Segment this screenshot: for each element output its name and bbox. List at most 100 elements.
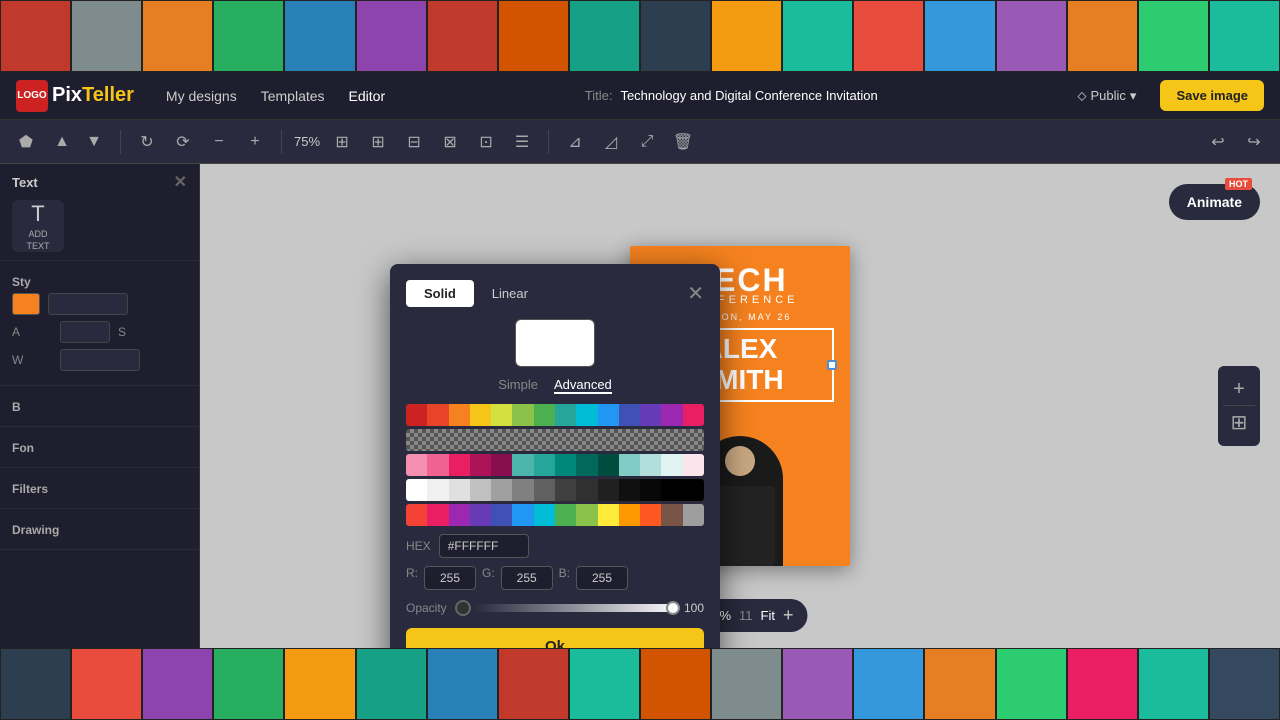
- redo-icon[interactable]: ↪: [1240, 128, 1268, 156]
- swatch-cell[interactable]: [470, 404, 491, 426]
- swatch-cell[interactable]: [683, 404, 704, 426]
- swatch-cell[interactable]: [406, 454, 427, 476]
- gray-cell[interactable]: [427, 479, 448, 501]
- swatch-cell[interactable]: [619, 404, 640, 426]
- close-icon[interactable]: ✕: [174, 172, 187, 192]
- swatch-cell[interactable]: [449, 404, 470, 426]
- swatch-cell[interactable]: [661, 454, 682, 476]
- hex-input[interactable]: [439, 534, 529, 558]
- handle-mr[interactable]: [827, 360, 837, 370]
- nav-editor[interactable]: Editor: [349, 88, 386, 104]
- visibility-dropdown[interactable]: ⬦ Public ▾: [1077, 88, 1136, 104]
- nav-my-designs[interactable]: My designs: [166, 88, 237, 104]
- zoom-plus-button[interactable]: +: [783, 605, 794, 626]
- swatch-cell[interactable]: [470, 504, 491, 526]
- r-input[interactable]: [424, 566, 476, 590]
- swatch-cell[interactable]: [427, 454, 448, 476]
- save-button[interactable]: Save image: [1160, 80, 1264, 111]
- gray-cell[interactable]: [555, 479, 576, 501]
- swatch-cell[interactable]: [598, 504, 619, 526]
- align-right-icon[interactable]: ⊠: [436, 128, 464, 156]
- swatch-cell[interactable]: [512, 404, 533, 426]
- swatch-cell[interactable]: [683, 454, 704, 476]
- minus-icon[interactable]: −: [205, 128, 233, 156]
- flip-v-icon[interactable]: ◿: [597, 128, 625, 156]
- gray-cell[interactable]: [491, 479, 512, 501]
- style-input[interactable]: [48, 293, 128, 315]
- swatch-cell[interactable]: [619, 504, 640, 526]
- align-center-icon[interactable]: ⊟: [400, 128, 428, 156]
- swatch-cell[interactable]: [555, 404, 576, 426]
- move-up-icon[interactable]: ▲: [48, 128, 76, 156]
- close-picker-icon[interactable]: ✕: [687, 281, 704, 306]
- undo-icon[interactable]: ↩: [1204, 128, 1232, 156]
- opacity-thumb[interactable]: [666, 601, 680, 615]
- grid-icon[interactable]: ⊞: [328, 128, 356, 156]
- swatch-cell[interactable]: [640, 404, 661, 426]
- swatch-cell[interactable]: [683, 504, 704, 526]
- swatch-cell[interactable]: [491, 504, 512, 526]
- gray-cell[interactable]: [640, 479, 661, 501]
- opacity-slider[interactable]: [475, 604, 680, 612]
- swatch-cell[interactable]: [598, 404, 619, 426]
- swatch-cell[interactable]: [406, 504, 427, 526]
- swatch-cell[interactable]: [640, 504, 661, 526]
- add-text-button[interactable]: T ADD TEXT: [12, 200, 64, 252]
- tab-solid[interactable]: Solid: [406, 280, 474, 307]
- move-down-icon[interactable]: ▼: [80, 128, 108, 156]
- gray-cell[interactable]: [576, 479, 597, 501]
- swatch-cell[interactable]: [491, 404, 512, 426]
- swatch-cell[interactable]: [661, 404, 682, 426]
- swatch-cell[interactable]: [449, 454, 470, 476]
- gray-cell[interactable]: [619, 479, 640, 501]
- align-bottom-icon[interactable]: ☰: [508, 128, 536, 156]
- swatch-cell[interactable]: [534, 404, 555, 426]
- swatch-cell[interactable]: [470, 454, 491, 476]
- swatch-cell[interactable]: [661, 504, 682, 526]
- plus-icon[interactable]: +: [241, 128, 269, 156]
- swatch-cell[interactable]: [598, 454, 619, 476]
- gray-cell[interactable]: [449, 479, 470, 501]
- ok-button[interactable]: Ok: [406, 628, 704, 648]
- swatch-cell[interactable]: [512, 504, 533, 526]
- swatch-cell[interactable]: [427, 404, 448, 426]
- swatch-cell[interactable]: [491, 454, 512, 476]
- animate-button[interactable]: HOT Animate: [1169, 184, 1260, 220]
- swatch-cell[interactable]: [534, 504, 555, 526]
- flip-h-icon[interactable]: ⊿: [561, 128, 589, 156]
- g-input[interactable]: [501, 566, 553, 590]
- swatch-cell[interactable]: [449, 504, 470, 526]
- gray-cell[interactable]: [683, 479, 704, 501]
- swatch-cell[interactable]: [576, 454, 597, 476]
- swatch-cell[interactable]: [534, 454, 555, 476]
- delete-icon[interactable]: 🗑: [669, 128, 697, 156]
- swatch-cell[interactable]: [512, 454, 533, 476]
- add-layer-icon[interactable]: +: [1233, 378, 1245, 401]
- expand-icon[interactable]: ⤢: [633, 128, 661, 156]
- gray-cell[interactable]: [534, 479, 555, 501]
- gray-cell[interactable]: [512, 479, 533, 501]
- color-swatch[interactable]: [12, 293, 40, 315]
- swatch-cell[interactable]: [619, 454, 640, 476]
- swatch-cell[interactable]: [576, 504, 597, 526]
- opacity-toggle[interactable]: [455, 600, 471, 616]
- shape-icon[interactable]: ⬟: [12, 128, 40, 156]
- zoom-fit[interactable]: Fit: [761, 608, 775, 623]
- b-input[interactable]: [576, 566, 628, 590]
- style-input-3[interactable]: [60, 349, 140, 371]
- swatch-cell[interactable]: [555, 454, 576, 476]
- style-input-2[interactable]: [60, 321, 110, 343]
- gray-cell[interactable]: [470, 479, 491, 501]
- swatch-cell[interactable]: [406, 404, 427, 426]
- gray-cell[interactable]: [598, 479, 619, 501]
- tab-linear[interactable]: Linear: [474, 280, 546, 307]
- refresh-icon[interactable]: ⟳: [169, 128, 197, 156]
- add-element-icon[interactable]: ⊞: [1231, 410, 1248, 435]
- title-value[interactable]: Technology and Digital Conference Invita…: [620, 88, 877, 103]
- gray-cell[interactable]: [661, 479, 682, 501]
- mode-advanced[interactable]: Advanced: [554, 377, 612, 394]
- gray-cell[interactable]: [406, 479, 427, 501]
- swatch-cell[interactable]: [555, 504, 576, 526]
- nav-templates[interactable]: Templates: [261, 88, 325, 104]
- rotate-icon[interactable]: ↻: [133, 128, 161, 156]
